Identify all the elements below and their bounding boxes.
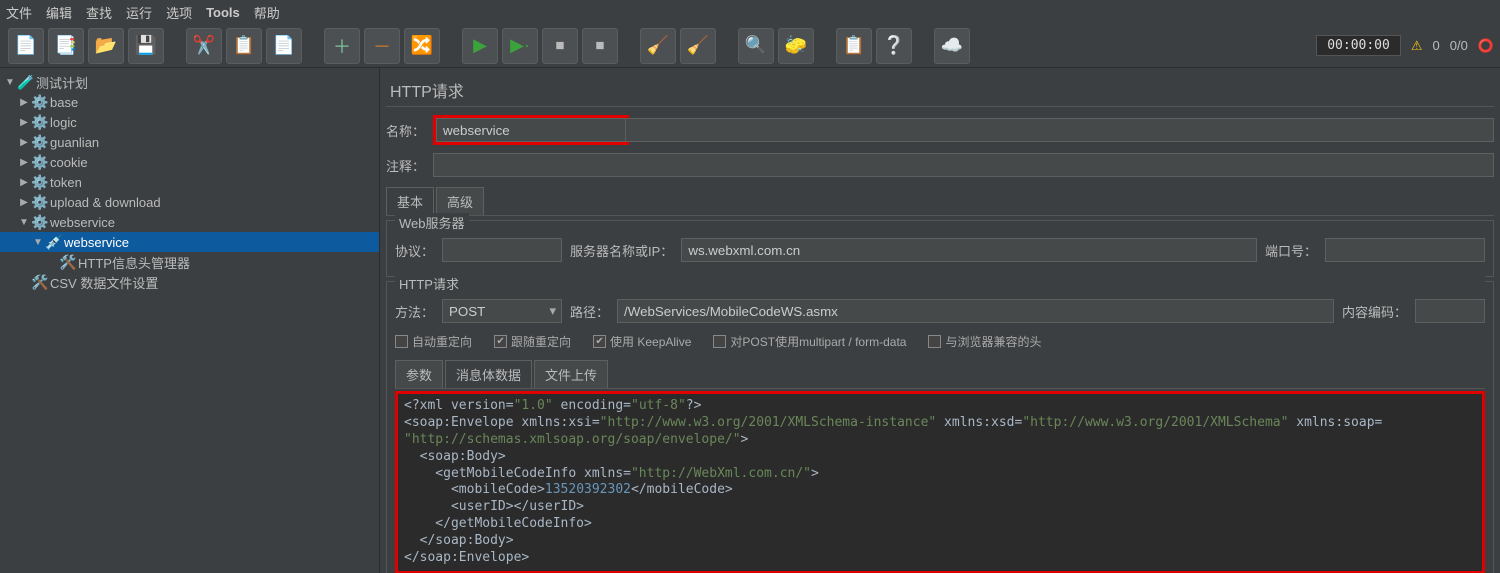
web-server-group: Web服务器 协议： 服务器名称或IP： 端口号： <box>386 220 1494 277</box>
name-label: 名称： <box>386 121 425 140</box>
chevron-down-icon: ▾ <box>549 303 556 319</box>
toolbar: 📄 📑 📂 💾 ✂️ 📋 📄 ＋ － 🔀 ▶ ▶· ⏹ ⏹ 🧹 🧹 🔍 🧽 📋 … <box>0 24 1500 68</box>
gear-icon: ⚙️ <box>32 154 48 171</box>
save-button[interactable]: 💾 <box>128 28 164 64</box>
method-select[interactable] <box>442 299 562 323</box>
toggle-button[interactable]: 🔀 <box>404 28 440 64</box>
warning-icon: ⚠ <box>1411 38 1423 54</box>
tree-webservice-sampler[interactable]: ▼💉webservice <box>0 232 379 252</box>
flask-icon: 🧪 <box>18 74 34 91</box>
gear-icon: ⚙️ <box>32 94 48 111</box>
menu-file[interactable]: 文件 <box>6 3 32 22</box>
cut-button[interactable]: ✂️ <box>186 28 222 64</box>
server-label: 服务器名称或IP： <box>570 241 673 260</box>
new-button[interactable]: 📄 <box>8 28 44 64</box>
protocol-label: 协议： <box>395 241 434 260</box>
gear-icon: ⚙️ <box>32 114 48 131</box>
body-editor[interactable]: <?xml version="1.0" encoding="utf-8"?> <… <box>395 391 1485 573</box>
gear-icon: ⚙️ <box>32 194 48 211</box>
tree-base[interactable]: ▶⚙️base <box>0 92 379 112</box>
http-request-legend: HTTP请求 <box>395 274 1485 293</box>
port-label: 端口号： <box>1265 241 1317 260</box>
chk-browser-headers[interactable]: 与浏览器兼容的头 <box>928 333 1041 350</box>
config-tabs: 基本 高级 <box>386 187 1494 216</box>
thread-count: 0/0 <box>1450 38 1468 53</box>
protocol-input[interactable] <box>442 238 562 262</box>
web-server-legend: Web服务器 <box>395 213 469 232</box>
tree-token[interactable]: ▶⚙️token <box>0 172 379 192</box>
gear-icon: ⚙️ <box>32 134 48 151</box>
dropper-icon: 💉 <box>46 234 62 251</box>
menu-bar: 文件 编辑 查找 运行 选项 Tools 帮助 <box>0 0 1500 24</box>
paste-button[interactable]: 📄 <box>266 28 302 64</box>
tab-body[interactable]: 消息体数据 <box>445 360 532 388</box>
tree-upload[interactable]: ▶⚙️upload & download <box>0 192 379 212</box>
help-button[interactable]: ❔ <box>876 28 912 64</box>
menu-tools[interactable]: Tools <box>206 5 240 20</box>
run-button[interactable]: ▶ <box>462 28 498 64</box>
tab-upload[interactable]: 文件上传 <box>534 360 608 388</box>
encoding-input[interactable] <box>1415 299 1485 323</box>
clear-button[interactable]: 🧹 <box>640 28 676 64</box>
http-request-group: HTTP请求 方法： ▾ 路径： 内容编码： 自动重定向 ✔跟随重定向 <box>386 281 1494 573</box>
collapse-button[interactable]: － <box>364 28 400 64</box>
name-input[interactable] <box>436 118 626 142</box>
thread-dump-button[interactable]: ☁️ <box>934 28 970 64</box>
stopped-icon: ⭕ <box>1478 38 1494 54</box>
copy-button[interactable]: 📋 <box>226 28 262 64</box>
tree-test-plan[interactable]: ▼🧪测试计划 <box>0 72 379 92</box>
reset-search-button[interactable]: 🧽 <box>778 28 814 64</box>
chk-multipart[interactable]: 对POST使用multipart / form-data <box>713 333 906 350</box>
server-input[interactable] <box>681 238 1257 262</box>
panel-title: HTTP请求 <box>386 68 1494 107</box>
tree-webservice-group[interactable]: ▼⚙️webservice <box>0 212 379 232</box>
path-input[interactable] <box>617 299 1334 323</box>
body-tabs: 参数 消息体数据 文件上传 <box>395 360 1485 389</box>
tab-advanced[interactable]: 高级 <box>436 187 484 215</box>
menu-help[interactable]: 帮助 <box>254 3 280 22</box>
run-notimer-button[interactable]: ▶· <box>502 28 538 64</box>
search-button[interactable]: 🔍 <box>738 28 774 64</box>
comment-label: 注释： <box>386 156 425 175</box>
menu-find[interactable]: 查找 <box>86 3 112 22</box>
chk-follow-redirect[interactable]: ✔跟随重定向 <box>494 333 571 350</box>
function-helper-button[interactable]: 📋 <box>836 28 872 64</box>
templates-button[interactable]: 📑 <box>48 28 84 64</box>
chk-keep-alive[interactable]: ✔使用 KeepAlive <box>593 333 691 350</box>
tree-header-manager[interactable]: 🛠️HTTP信息头管理器 <box>0 252 379 272</box>
path-label: 路径： <box>570 302 609 321</box>
stop-button[interactable]: ⏹ <box>542 28 578 64</box>
expand-button[interactable]: ＋ <box>324 28 360 64</box>
tree-cookie[interactable]: ▶⚙️cookie <box>0 152 379 172</box>
name-input-rest[interactable] <box>626 118 1494 142</box>
wrench-icon: 🛠️ <box>32 274 48 291</box>
timer: 00:00:00 <box>1316 35 1401 56</box>
main-panel: HTTP请求 名称： 注释： 基本 高级 Web服务器 协议： 服务器名称或IP… <box>380 68 1500 573</box>
chk-auto-redirect[interactable]: 自动重定向 <box>395 333 472 350</box>
gear-icon: ⚙️ <box>32 214 48 231</box>
shutdown-button[interactable]: ⏹ <box>582 28 618 64</box>
menu-run[interactable]: 运行 <box>126 3 152 22</box>
test-plan-tree[interactable]: ▼🧪测试计划 ▶⚙️base ▶⚙️logic ▶⚙️guanlian ▶⚙️c… <box>0 68 380 573</box>
menu-edit[interactable]: 编辑 <box>46 3 72 22</box>
tree-logic[interactable]: ▶⚙️logic <box>0 112 379 132</box>
port-input[interactable] <box>1325 238 1485 262</box>
comment-input[interactable] <box>433 153 1494 177</box>
clear-all-button[interactable]: 🧹 <box>680 28 716 64</box>
open-button[interactable]: 📂 <box>88 28 124 64</box>
method-label: 方法： <box>395 302 434 321</box>
tree-guanlian[interactable]: ▶⚙️guanlian <box>0 132 379 152</box>
tree-csv[interactable]: 🛠️CSV 数据文件设置 <box>0 272 379 292</box>
menu-options[interactable]: 选项 <box>166 3 192 22</box>
tab-params[interactable]: 参数 <box>395 360 443 388</box>
gear-icon: ⚙️ <box>32 174 48 191</box>
wrench-icon: 🛠️ <box>60 254 76 271</box>
tab-basic[interactable]: 基本 <box>386 187 434 215</box>
warning-count: 0 <box>1433 38 1440 53</box>
encoding-label: 内容编码： <box>1342 302 1407 321</box>
